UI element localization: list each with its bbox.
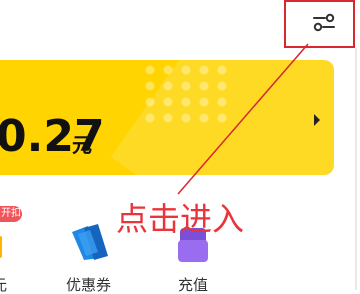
wallet-page: 0.27 元 开扣 元 优惠券 充值 点击进入 [0,0,360,294]
annotation-text: 点击进入 [116,200,245,238]
quick-action-label: 元 [0,276,7,294]
chevron-right-icon[interactable] [313,111,321,126]
annotation-highlight-box [284,0,355,48]
quick-action-label-coupon: 优惠券 [66,276,112,294]
coupon-icon[interactable] [70,222,110,262]
balance-unit: 元 [72,133,92,157]
discount-badge: 开扣 [0,206,22,222]
divider [355,48,357,290]
dot-pattern-decoration [145,65,227,123]
quick-action-label-recharge: 充值 [178,276,209,294]
wallet-icon[interactable] [0,236,4,258]
